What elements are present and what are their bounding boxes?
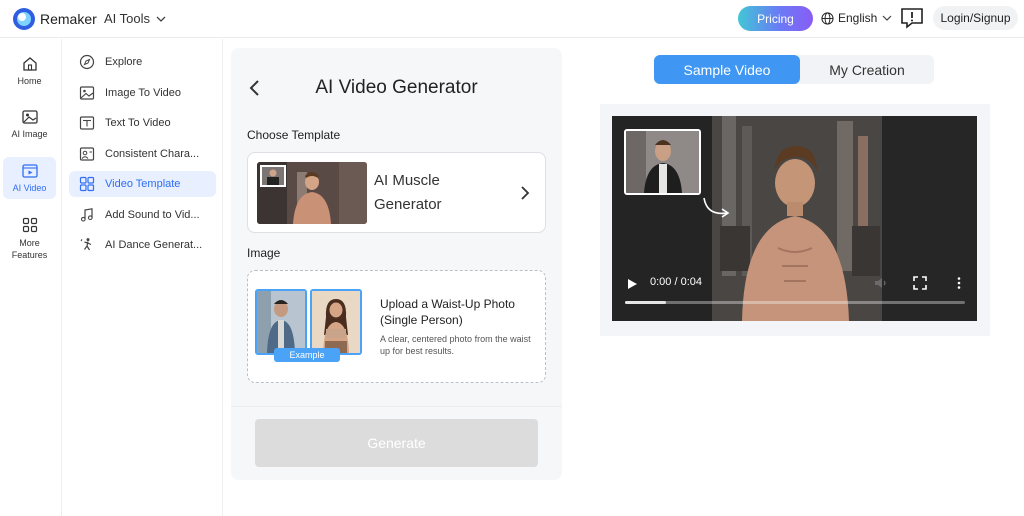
video-controls: 0:00 / 0:04 — [612, 266, 977, 321]
subnav-item-label: Explore — [105, 56, 143, 68]
more-options-icon[interactable] — [952, 276, 966, 290]
source-photo-thumbnail — [624, 129, 701, 195]
subnav-item-add-sound[interactable]: Add Sound to Vid... — [69, 202, 216, 228]
image-icon — [21, 110, 38, 124]
fullscreen-icon[interactable] — [913, 276, 927, 290]
compass-icon — [79, 54, 95, 70]
subnav-item-label: Text To Video — [105, 117, 171, 129]
play-icon[interactable] — [626, 278, 638, 290]
template-icon — [79, 176, 95, 192]
language-selector[interactable]: English — [821, 11, 893, 25]
video-icon — [21, 164, 38, 178]
subnav-item-image-to-video[interactable]: Image To Video — [69, 80, 216, 106]
video-tools-menu: Explore Image To Video Text To Video Con… — [63, 39, 223, 516]
video-time: 0:00 / 0:04 — [650, 276, 702, 288]
tab-my-creation[interactable]: My Creation — [800, 55, 934, 84]
tab-sample-video[interactable]: Sample Video — [654, 55, 800, 84]
template-thumbnail — [257, 162, 367, 224]
sidebar-item-ai-image[interactable]: AI Image — [3, 108, 56, 144]
dance-icon — [80, 238, 92, 251]
panel-divider — [231, 406, 562, 407]
login-signup-button[interactable]: Login/Signup — [933, 6, 1018, 30]
subnav-item-label: Consistent Chara... — [105, 148, 200, 160]
globe-icon — [821, 11, 834, 25]
text-video-icon — [79, 116, 95, 130]
sidebar-item-label: AI Video — [12, 183, 47, 193]
remaker-logo-icon[interactable] — [12, 7, 36, 31]
upload-description: A clear, centered photo from the waist u… — [380, 334, 531, 356]
pricing-button[interactable]: Pricing — [738, 6, 813, 31]
volume-icon[interactable] — [874, 276, 888, 290]
generate-button[interactable]: Generate — [255, 419, 538, 467]
grid-icon — [22, 217, 37, 233]
sidebar-item-label: Home — [17, 76, 42, 86]
subnav-item-video-template[interactable]: Video Template — [69, 171, 216, 197]
example-photo-man — [255, 289, 307, 355]
sidebar-item-home[interactable]: Home — [3, 55, 56, 91]
sample-video-player[interactable]: 0:00 / 0:04 — [612, 116, 977, 321]
template-selector[interactable]: AI Muscle Generator — [247, 152, 546, 233]
video-progress-bar[interactable] — [625, 301, 965, 304]
subnav-item-label: Video Template — [105, 178, 181, 190]
image-video-icon — [79, 86, 95, 100]
generator-panel: AI Video Generator Choose Template AI Mu… — [231, 48, 562, 480]
home-icon — [22, 57, 37, 71]
subnav-item-explore[interactable]: Explore — [69, 49, 216, 75]
subnav-item-label: Add Sound to Vid... — [105, 209, 200, 221]
music-icon — [80, 208, 93, 222]
top-bar: Remaker AI Tools Pricing English Login/S… — [0, 0, 1024, 38]
example-photo-woman — [310, 289, 362, 355]
image-section-label: Image — [247, 246, 281, 260]
subnav-item-ai-dance[interactable]: AI Dance Generat... — [69, 232, 216, 258]
language-label: English — [838, 11, 878, 25]
brand-name[interactable]: Remaker — [40, 11, 97, 27]
choose-template-label: Choose Template — [247, 128, 341, 142]
video-progress-fill — [625, 301, 666, 304]
sidebar-item-more-features[interactable]: More Features — [3, 216, 56, 262]
character-icon — [79, 147, 95, 161]
page-title: AI Video Generator — [315, 77, 478, 98]
subnav-item-text-to-video[interactable]: Text To Video — [69, 110, 216, 136]
ai-tools-label: AI Tools — [104, 11, 151, 26]
sidebar-item-label: More Features — [11, 238, 48, 260]
template-name: AI Muscle Generator — [374, 172, 442, 213]
chevron-down-icon — [156, 16, 166, 22]
preview-tabs: Sample Video My Creation — [654, 55, 934, 84]
chevron-right-icon — [521, 186, 530, 200]
main-sidebar: Home AI Image AI Video More Features — [0, 39, 62, 516]
subnav-item-label: AI Dance Generat... — [105, 239, 203, 251]
sidebar-item-label: AI Image — [11, 129, 48, 139]
chevron-down-icon — [882, 15, 892, 21]
feedback-icon[interactable] — [900, 6, 924, 30]
ai-tools-menu[interactable]: AI Tools — [104, 11, 166, 26]
upload-title: Upload a Waist-Up Photo (Single Person) — [380, 297, 515, 327]
subnav-item-consistent-character[interactable]: Consistent Chara... — [69, 141, 216, 167]
sidebar-item-ai-video[interactable]: AI Video — [3, 157, 56, 199]
example-badge: Example — [274, 348, 340, 362]
subnav-item-label: Image To Video — [105, 87, 182, 99]
image-upload-area[interactable]: Example Upload a Waist-Up Photo (Single … — [247, 270, 546, 383]
